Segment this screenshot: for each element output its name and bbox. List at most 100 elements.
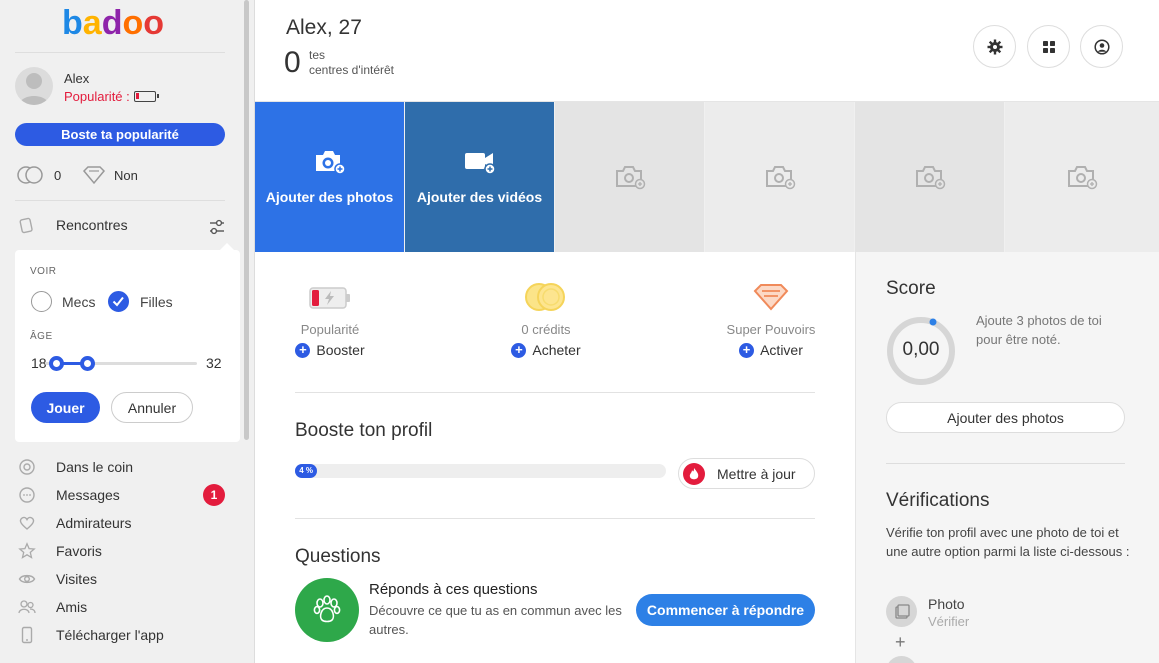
messages-unread-badge: 1 — [203, 484, 225, 506]
camera-plus-icon — [1068, 166, 1098, 190]
divider — [295, 518, 815, 519]
photo-slot[interactable] — [705, 102, 855, 252]
start-answering-button[interactable]: Commencer à répondre — [636, 594, 815, 626]
video-camera-plus-icon — [464, 153, 496, 175]
photo-slot[interactable] — [1005, 102, 1159, 252]
sidebar-item-nearby[interactable]: Dans le coin — [18, 458, 133, 476]
divider — [886, 463, 1125, 464]
user-name[interactable]: Alex — [64, 71, 89, 86]
apps-grid-button[interactable] — [1027, 25, 1070, 68]
add-videos-tile[interactable]: Ajouter des vidéos — [405, 102, 555, 252]
sidebar: badoo Alex Popularité : Boste ta popular… — [0, 0, 255, 663]
page-title: Alex, 27 — [286, 16, 362, 39]
photo-slot[interactable] — [555, 102, 705, 252]
score-value: 0,00 — [902, 339, 940, 360]
credits-counter[interactable]: 0 — [16, 165, 61, 185]
questions-card-description: Découvre ce que tu as en commun avec les… — [369, 603, 622, 637]
eye-icon — [18, 570, 36, 588]
stat-popularity[interactable]: Popularité + Booster — [250, 282, 410, 358]
activate-link[interactable]: + Activer — [739, 342, 803, 358]
buy-link[interactable]: + Acheter — [511, 342, 581, 358]
filter-icon[interactable] — [208, 218, 226, 236]
interests-count[interactable]: 0 — [284, 46, 301, 80]
boost-profile-title: Booste ton profil — [295, 420, 433, 441]
boost-link[interactable]: + Booster — [295, 342, 365, 358]
score-indicator-dot — [929, 318, 937, 326]
add-videos-label: Ajouter des vidéos — [416, 189, 543, 205]
superhero-emblem-icon — [753, 284, 789, 311]
photo-verification-icon[interactable] — [886, 596, 917, 627]
plus-icon: + — [511, 342, 527, 358]
settings-button[interactable] — [973, 25, 1016, 68]
radio-men-label[interactable]: Mecs — [62, 294, 95, 310]
age-max-handle[interactable] — [80, 356, 95, 371]
user-popularity[interactable]: Popularité : — [64, 89, 159, 104]
verification-photo-name: Photo — [928, 596, 965, 612]
super-powers-status[interactable]: Non — [82, 165, 138, 185]
sidebar-item-admirers[interactable]: Admirateurs — [18, 514, 131, 532]
credits-count: 0 — [54, 167, 62, 183]
sidebar-scrollbar[interactable] — [244, 0, 249, 440]
user-circle-icon — [1093, 38, 1110, 55]
badoo-logo[interactable]: badoo — [62, 2, 180, 44]
divider — [295, 392, 815, 393]
camera-plus-icon — [615, 166, 645, 190]
svg-text:badoo: badoo — [62, 4, 164, 42]
camera-plus-icon — [765, 166, 795, 190]
more-verifications-plus[interactable]: + — [895, 632, 906, 653]
play-button[interactable]: Jouer — [31, 392, 100, 423]
paw-icon — [295, 578, 359, 642]
account-button[interactable] — [1080, 25, 1123, 68]
verify-photo-link[interactable]: Vérifier — [928, 614, 969, 629]
avatar[interactable] — [15, 67, 53, 105]
photo-slot[interactable] — [855, 102, 1005, 252]
friends-icon — [18, 598, 36, 616]
target-icon — [18, 458, 36, 476]
radio-men[interactable] — [31, 291, 52, 312]
add-photos-button[interactable]: Ajouter des photos — [886, 402, 1125, 433]
divider — [15, 52, 225, 53]
coins-icon — [17, 166, 43, 184]
camera-plus-icon — [315, 151, 346, 175]
update-profile-button[interactable]: Mettre à jour — [678, 458, 815, 489]
sidebar-item-label: Dans le coin — [56, 459, 134, 475]
stat-super-powers[interactable]: Super Pouvoirs + Activer — [691, 282, 851, 358]
media-strip: Ajouter des photos Ajouter des vidéos — [255, 102, 1159, 252]
phone-icon — [18, 626, 36, 644]
sidebar-item-label: Admirateurs — [56, 515, 132, 531]
coins-icon — [525, 283, 565, 311]
user-silhouette-icon — [19, 73, 49, 105]
radio-women-label[interactable]: Filles — [140, 294, 173, 310]
cancel-button[interactable]: Annuler — [111, 392, 193, 423]
update-profile-label: Mettre à jour — [717, 465, 796, 482]
sidebar-item-friends[interactable]: Amis — [18, 598, 87, 616]
show-label: VOIR — [30, 266, 57, 277]
grid-icon — [1042, 40, 1055, 53]
popularity-label: Popularité : — [64, 89, 130, 104]
add-photos-label: Ajouter des photos — [265, 189, 394, 205]
sidebar-item-encounters[interactable]: Rencontres — [18, 216, 128, 234]
boost-popularity-button[interactable]: Boste ta popularité — [15, 123, 225, 146]
sidebar-item-label: Amis — [56, 599, 88, 615]
interests-label[interactable]: tes centres d'intérêt — [309, 48, 394, 78]
divider — [15, 200, 225, 201]
sidebar-item-label: Visites — [56, 571, 97, 587]
age-min-handle[interactable] — [49, 356, 64, 371]
sidebar-item-label: Rencontres — [56, 217, 128, 233]
star-icon — [18, 542, 36, 560]
age-label: ÂGE — [30, 331, 53, 342]
add-photos-tile[interactable]: Ajouter des photos — [255, 102, 405, 252]
gear-icon — [987, 39, 1002, 54]
sidebar-item-messages[interactable]: Messages — [18, 486, 120, 504]
flame-icon — [683, 462, 705, 485]
sidebar-item-download-app[interactable]: Télécharger l'app — [18, 626, 164, 644]
age-max-value: 32 — [206, 355, 222, 371]
interests-label-line2: centres d'intérêt — [309, 63, 395, 77]
stat-credits[interactable]: 0 crédits + Acheter — [466, 282, 626, 358]
sidebar-item-favorites[interactable]: Favoris — [18, 542, 102, 560]
activate-link-label: Activer — [760, 342, 803, 358]
radio-women[interactable] — [108, 291, 129, 312]
verifications-title: Vérifications — [886, 490, 990, 511]
plus-icon: + — [739, 342, 755, 358]
sidebar-item-visits[interactable]: Visites — [18, 570, 97, 588]
